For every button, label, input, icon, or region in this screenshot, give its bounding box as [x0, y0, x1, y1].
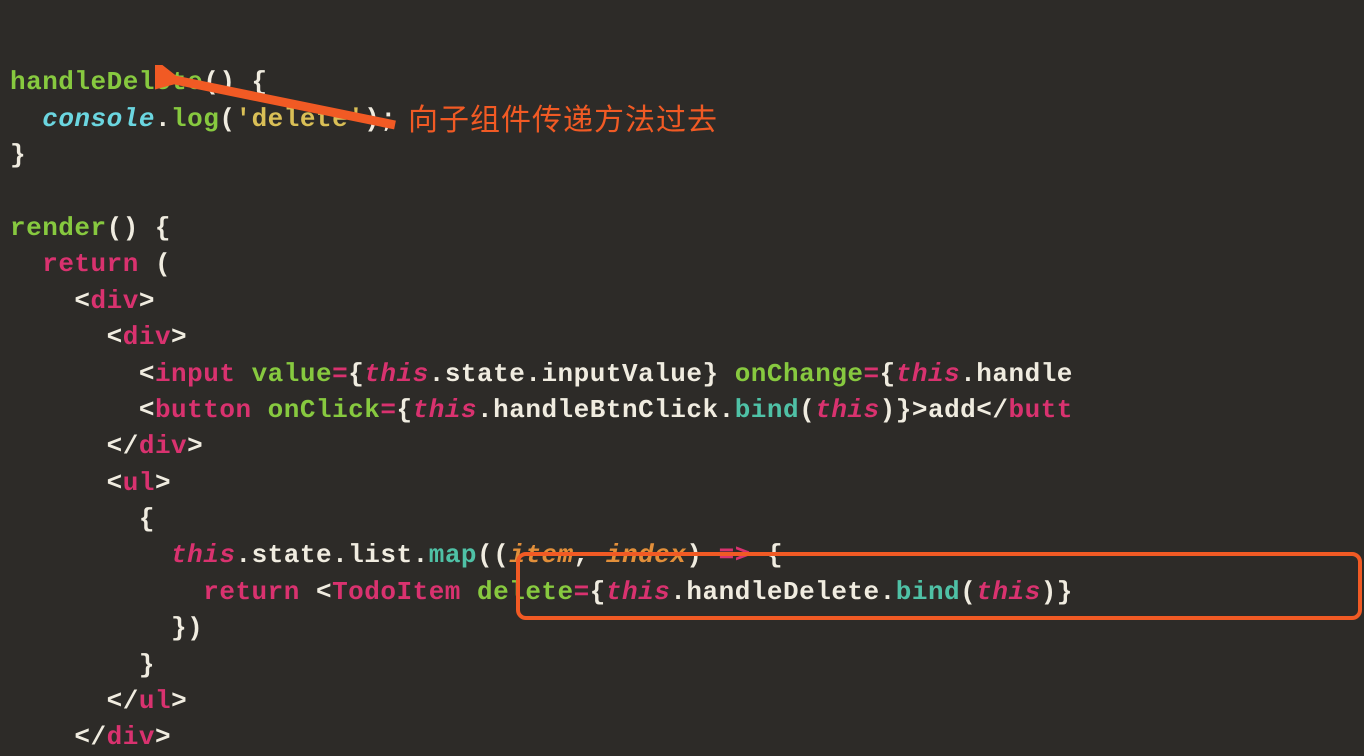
- method-name: render: [10, 213, 107, 243]
- annotation-text: 向子组件传递方法过去: [408, 100, 718, 142]
- method-name: handleDelete: [10, 67, 203, 97]
